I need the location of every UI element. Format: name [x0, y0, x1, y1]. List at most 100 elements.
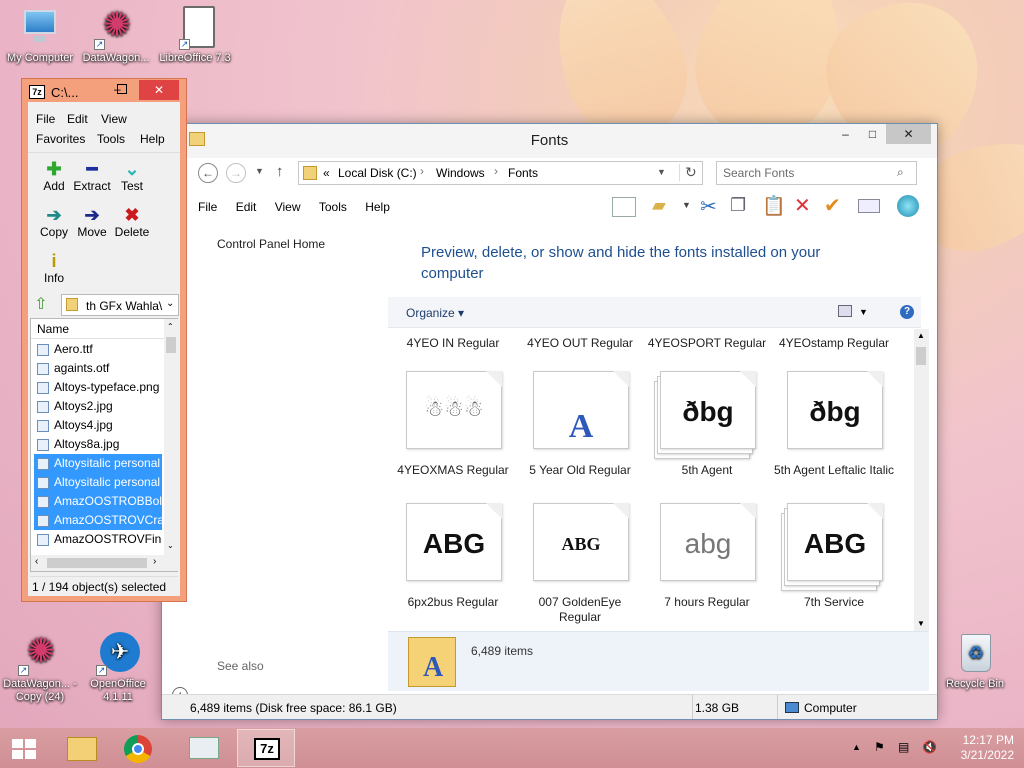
font-preview[interactable]: ☃☃☃	[406, 371, 502, 449]
font-name[interactable]: 5th Agent	[645, 463, 769, 478]
view-options-icon[interactable]	[838, 305, 852, 317]
control-panel-home-link[interactable]: Control Panel Home	[217, 237, 325, 251]
back-button[interactable]: ←	[198, 163, 218, 183]
vertical-scrollbar[interactable]: ⌃ ⌄	[164, 319, 178, 555]
maximize-button[interactable]: □	[859, 124, 886, 144]
font-name[interactable]: 4YEOXMAS Regular	[391, 463, 515, 478]
scroll-thumb[interactable]	[47, 558, 147, 568]
file-row[interactable]: AmazOOSTROVCraz	[34, 511, 162, 530]
refresh-icon[interactable]: ↻	[679, 164, 697, 181]
maximize-button[interactable]	[117, 84, 127, 94]
scroll-left-icon[interactable]: ‹	[35, 556, 38, 567]
file-row[interactable]: Altoys2.jpg	[34, 397, 162, 416]
menu-tools[interactable]: Tools	[97, 132, 125, 146]
show-hidden-icons[interactable]: ▲	[852, 742, 861, 752]
view-dropdown-icon[interactable]: ▼	[859, 307, 868, 317]
path-combo[interactable]: th GFx Wahla\ ⌄	[61, 294, 179, 316]
parent-folder-icon[interactable]: ⇧	[30, 294, 52, 314]
menu-file[interactable]: File	[198, 200, 217, 214]
desktop-icon-openoffice[interactable]: ✈ ↗ OpenOffice 4.1.11	[78, 632, 158, 704]
forward-button[interactable]: →	[226, 163, 246, 183]
vertical-scrollbar[interactable]: ▲ ▼	[914, 329, 929, 631]
help-icon[interactable]: ?	[900, 305, 914, 319]
scroll-thumb[interactable]	[166, 337, 176, 353]
breadcrumb-windows[interactable]: Windows	[436, 166, 485, 180]
desktop-icon-datawagon[interactable]: ✺ ↗ DataWagon...	[76, 6, 156, 65]
file-row[interactable]: Altoysitalic personal	[34, 473, 162, 492]
font-preview[interactable]: ðbg	[660, 371, 756, 449]
recent-locations-dropdown[interactable]: ▼	[255, 166, 264, 176]
horizontal-scrollbar[interactable]: ‹ ›	[31, 555, 178, 571]
properties-icon[interactable]	[858, 199, 880, 213]
delete-button[interactable]: ✖ Delete	[110, 205, 154, 239]
font-preview[interactable]: ABG	[533, 503, 629, 581]
delete-icon[interactable]: ✕	[794, 193, 811, 218]
scroll-down-icon[interactable]: ▼	[917, 619, 925, 628]
7zip-icon[interactable]: 7z	[237, 729, 295, 767]
search-icon[interactable]: ⌕	[897, 165, 904, 180]
menu-view[interactable]: View	[275, 200, 301, 214]
font-preview[interactable]: A	[533, 371, 629, 449]
desktop-icon-recycle-bin[interactable]: ♻ Recycle Bin	[935, 632, 1015, 691]
preview-pane-icon[interactable]	[612, 197, 636, 217]
menu-edit[interactable]: Edit	[236, 200, 257, 214]
font-preview[interactable]: ðbg	[787, 371, 883, 449]
file-row[interactable]: Aero.ttf	[34, 340, 162, 359]
title-bar[interactable]: Fonts – □ ✕	[162, 124, 937, 158]
flag-icon[interactable]: ⚑	[874, 740, 885, 754]
file-row[interactable]: Altoys-typeface.png	[34, 378, 162, 397]
clock[interactable]: 12:17 PM 3/21/2022	[944, 733, 1014, 763]
folder-check-icon[interactable]: ▰	[652, 195, 666, 216]
menu-file[interactable]: File	[36, 112, 55, 126]
file-row[interactable]: againts.otf	[34, 359, 162, 378]
search-input[interactable]: Search Fonts ⌕	[716, 161, 917, 185]
font-name[interactable]: 4YEO OUT Regular	[518, 336, 642, 351]
file-row[interactable]: Altoys4.jpg	[34, 416, 162, 435]
test-button[interactable]: ⌄ Test	[110, 159, 154, 193]
menu-view[interactable]: View	[101, 112, 127, 126]
scroll-up-icon[interactable]: ⌃	[167, 322, 174, 331]
font-name[interactable]: 5th Agent Leftalic Italic	[772, 463, 896, 478]
network-icon[interactable]: ▤	[898, 740, 909, 754]
desktop-icon-datawagon-copy[interactable]: ✺ ↗ DataWagon... - Copy (24)	[0, 632, 80, 704]
file-explorer-icon[interactable]	[54, 729, 110, 767]
address-bar[interactable]: « Local Disk (C:) › Windows › Fonts ▼ ↻	[298, 161, 703, 185]
scroll-thumb[interactable]	[916, 347, 926, 365]
font-name[interactable]: 4YEO IN Regular	[391, 336, 515, 351]
checkmark-icon[interactable]: ✔	[824, 193, 841, 218]
menu-help[interactable]: Help	[365, 200, 390, 214]
move-button[interactable]: ➔ Move	[70, 205, 114, 239]
font-name[interactable]: 7 hours Regular	[645, 595, 769, 610]
resource-monitor-icon[interactable]	[177, 729, 233, 767]
close-button[interactable]: ✕	[139, 80, 179, 100]
paste-icon[interactable]: 📋	[762, 194, 786, 218]
extract-button[interactable]: ━ Extract	[70, 159, 114, 193]
windows-start-icon[interactable]	[0, 729, 56, 767]
font-name[interactable]: 4YEOSPORT Regular	[645, 336, 769, 351]
menu-tools[interactable]: Tools	[319, 200, 347, 214]
organize-button[interactable]: Organize ▾	[406, 306, 464, 320]
font-name[interactable]: 007 GoldenEye Regular	[518, 595, 642, 625]
file-row[interactable]: AmazOOSTROBBold	[34, 492, 162, 511]
font-preview[interactable]: ABG	[787, 503, 883, 581]
file-row[interactable]: Altoysitalic personal	[34, 454, 162, 473]
info-button[interactable]: i Info	[32, 251, 76, 285]
font-preview[interactable]: ABG	[406, 503, 502, 581]
desktop-icon-libreoffice[interactable]: ↗ LibreOffice 7.3	[155, 6, 235, 65]
cut-icon[interactable]: ✂	[700, 194, 717, 219]
file-row[interactable]: AmazOOSTROVFine.	[34, 530, 162, 549]
window-title[interactable]: C:\...	[51, 85, 78, 100]
scroll-down-icon[interactable]: ⌄	[167, 541, 174, 550]
font-name[interactable]: 6px2bus Regular	[391, 595, 515, 610]
globe-icon[interactable]	[897, 195, 919, 217]
chrome-icon[interactable]	[111, 729, 167, 767]
font-name[interactable]: 5 Year Old Regular	[518, 463, 642, 478]
breadcrumb-fonts[interactable]: Fonts	[508, 166, 538, 180]
toolbar-dropdown-icon[interactable]: ▼	[682, 200, 691, 210]
chevron-down-icon[interactable]: ⌄	[166, 298, 174, 309]
menu-help[interactable]: Help	[140, 132, 165, 146]
menu-edit[interactable]: Edit	[67, 112, 88, 126]
column-header-name[interactable]: Name	[31, 319, 164, 339]
minimize-button[interactable]: –	[832, 124, 859, 144]
volume-icon[interactable]: 🔇	[922, 740, 937, 754]
